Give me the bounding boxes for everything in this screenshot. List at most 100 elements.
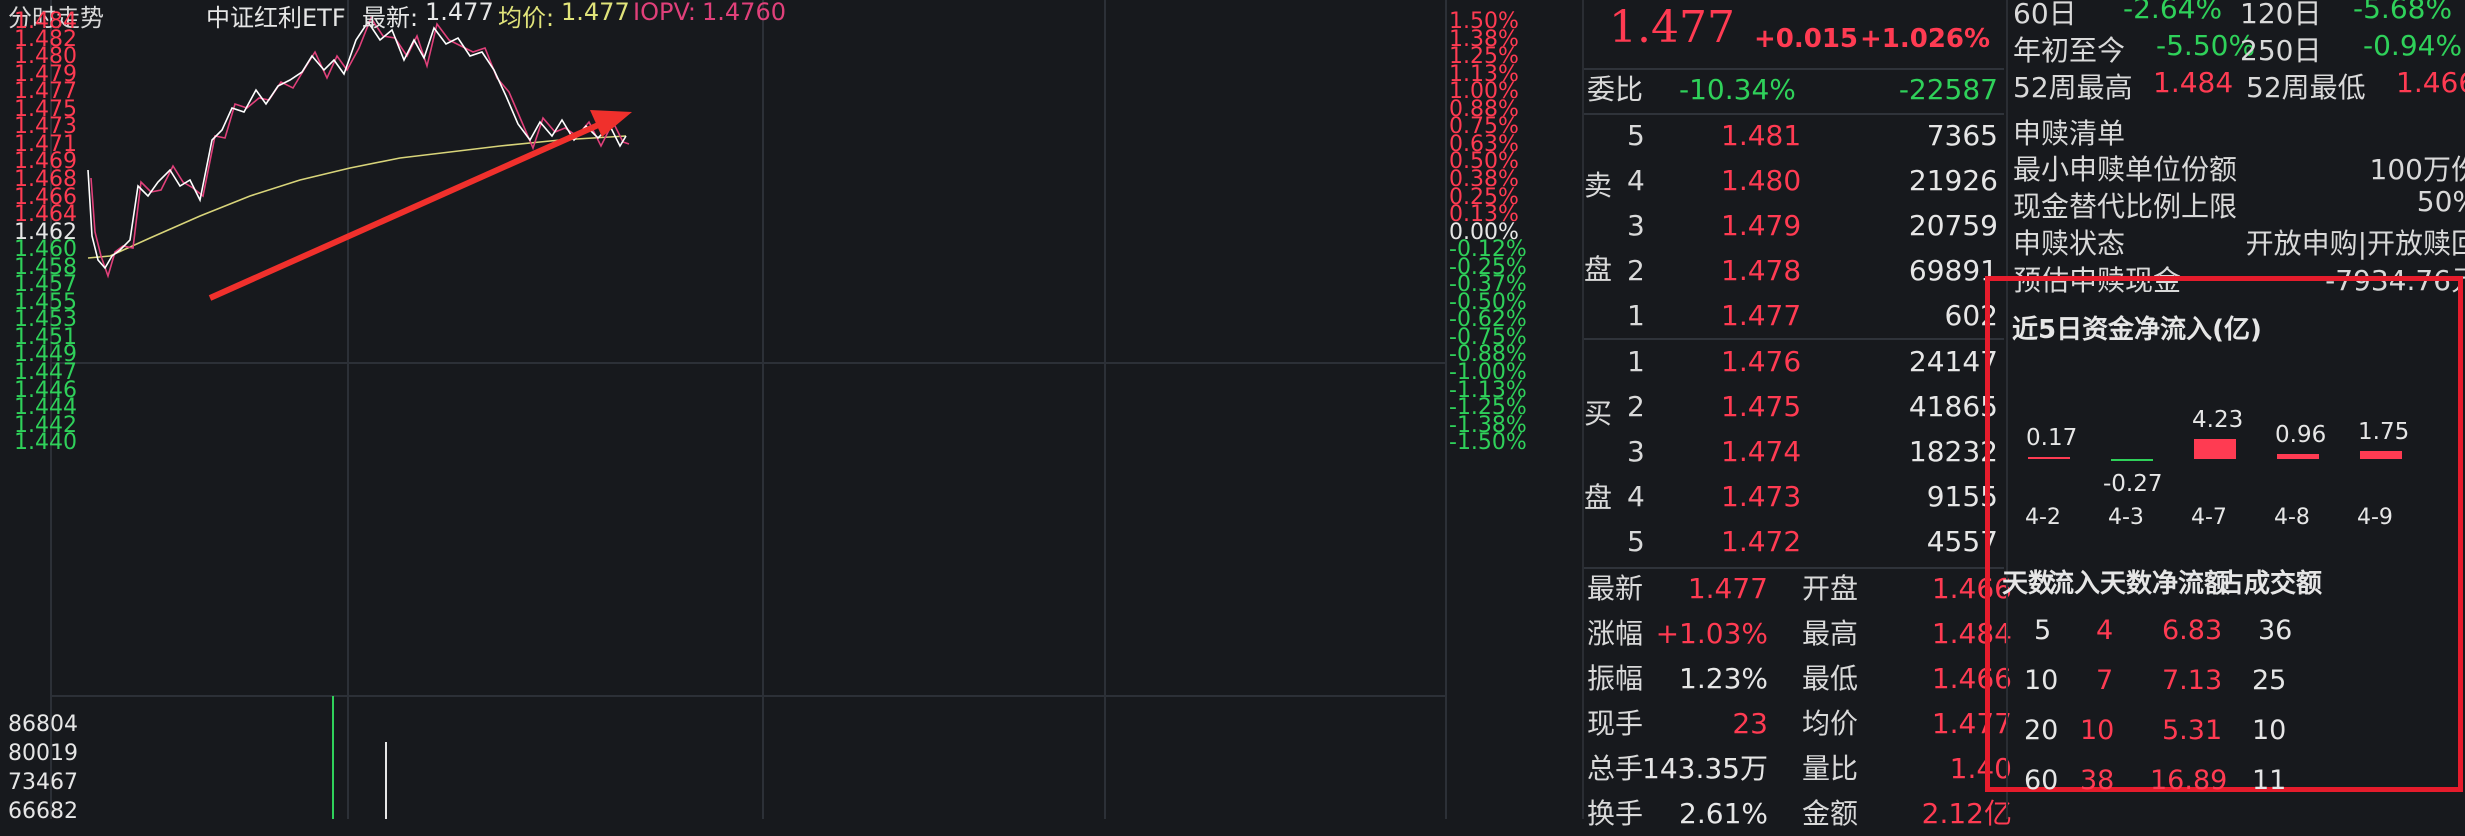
flow-net: 16.89 <box>2150 765 2228 796</box>
trend-arrow-head <box>590 110 632 137</box>
sell-level: 4 <box>1627 164 1645 197</box>
sell-price: 1.478 <box>1721 254 1802 287</box>
perf-label: 60日 <box>2013 0 2077 30</box>
stat-label: 均价 <box>1802 707 1859 740</box>
avg-label: 均价: <box>498 4 555 32</box>
stat-label: 振幅 <box>1587 662 1644 695</box>
buy-level: 2 <box>1627 390 1645 423</box>
redemption-label: 申赎状态 <box>2013 227 2126 260</box>
volume-tick: 80019 <box>8 741 78 766</box>
stat-value: +1.03% <box>1655 617 1768 650</box>
weibi-pct: -10.34% <box>1679 73 1796 106</box>
redemption-value: 100万份 <box>2369 153 2465 186</box>
redemption-title: 申赎清单 <box>2013 117 2126 150</box>
flow-bar-label: 0.96 <box>2275 422 2327 449</box>
buy-level: 3 <box>1627 435 1645 468</box>
latest-value: 1.477 <box>425 0 494 26</box>
flow-inflow-days: 4 <box>2096 615 2114 646</box>
intraday-chart[interactable] <box>0 0 1580 819</box>
flow-bar-label: -0.27 <box>2103 471 2163 497</box>
sell-price: 1.481 <box>1721 119 1802 152</box>
latest-label: 最新: <box>362 4 419 32</box>
perf-value: -2.64% <box>2123 0 2223 25</box>
perf-label: 250日 <box>2240 34 2322 67</box>
intraday-chart-panel[interactable]: 分时走势 中证红利ETF 最新: 1.477 均价: 1.477 IOPV: 1… <box>0 0 1580 824</box>
stat-label: 开盘 <box>1802 572 1859 605</box>
flow-bar <box>2277 454 2319 459</box>
perf-value: 1.484 <box>2153 66 2234 99</box>
flow-date: 4-2 <box>2025 505 2061 530</box>
y-tick-left: 1.440 <box>14 430 77 456</box>
sell-row: 4 1.480 21926 <box>1584 158 2004 203</box>
flow-bar <box>2111 459 2153 461</box>
stat-label: 最高 <box>1802 617 1859 650</box>
sell-volume: 20759 <box>1908 209 1998 242</box>
flow-bar-label: 4.23 <box>2192 406 2244 433</box>
sell-price: 1.479 <box>1721 209 1802 242</box>
stat-label: 金额 <box>1802 797 1859 830</box>
price-change: +0.015 <box>1754 24 1859 54</box>
flow-date: 4-3 <box>2108 505 2144 530</box>
perf-label: 52周最低 <box>2246 71 2366 104</box>
flow-net: 5.31 <box>2162 715 2223 746</box>
perf-label: 年初至今 <box>2013 34 2126 67</box>
stat-value: 2.12亿 <box>1921 797 2012 830</box>
sell-level: 5 <box>1627 119 1645 152</box>
stat-row: 涨幅 +1.03% 最高 1.484 <box>1584 611 2012 656</box>
sell-row: 5 1.481 7365 <box>1584 113 2004 158</box>
flow-table-header: 天数 <box>2002 569 2055 599</box>
sell-volume: 21926 <box>1908 164 1998 197</box>
sell-row: 1 1.477 602 <box>1584 293 2004 338</box>
flow-date: 4-7 <box>2191 505 2227 530</box>
flow-days: 20 <box>2024 715 2059 746</box>
buy-row: 3 1.474 18232 <box>1584 429 2004 474</box>
flow-share: 36 <box>2258 615 2293 646</box>
stat-value: 143.35万 <box>1642 752 1768 785</box>
buy-row: 5 1.472 4557 <box>1584 519 2004 564</box>
redemption-value: 开放申购|开放赎回 <box>2245 227 2465 260</box>
redemption-label: 最小申赎单位份额 <box>2013 153 2238 186</box>
sell-price: 1.480 <box>1721 164 1802 197</box>
stat-row: 振幅 1.23% 最低 1.466 <box>1584 656 2012 701</box>
volume-tick: 66682 <box>8 799 78 824</box>
avg-price-line <box>87 135 627 259</box>
sell-row: 3 1.479 20759 <box>1584 203 2004 248</box>
sell-level: 3 <box>1627 209 1645 242</box>
price-change-pct: +1.026% <box>1860 24 1991 54</box>
stat-row: 最新 1.477 开盘 1.466 <box>1584 566 2012 611</box>
flow-bar <box>2360 450 2402 459</box>
stat-row: 总手 143.35万 量比 1.40 <box>1584 746 2012 791</box>
stat-value: 23 <box>1732 707 1768 740</box>
stat-value: 1.477 <box>1687 572 1768 605</box>
buy-price: 1.472 <box>1721 525 1802 558</box>
flow-days: 10 <box>2024 665 2059 696</box>
buy-price: 1.475 <box>1721 390 1802 423</box>
flow-share: 10 <box>2252 715 2287 746</box>
stat-label: 最低 <box>1802 662 1859 695</box>
perf-label: 52周最高 <box>2013 71 2133 104</box>
sell-price: 1.477 <box>1721 299 1802 332</box>
fund-flow-panel: 近5日资金净流入(亿) 0.17 4-2 -0.27 4-3 4.23 4-7 0.96 4-… <box>1985 276 2463 796</box>
stat-label: 总手 <box>1587 752 1644 785</box>
flow-bar <box>2194 438 2236 459</box>
stat-label: 涨幅 <box>1587 617 1644 650</box>
sell-row: 2 1.478 69891 <box>1584 248 2004 293</box>
iopv-value: 1.4760 <box>702 0 786 26</box>
buy-row: 1 1.476 24147 <box>1584 339 2004 384</box>
flow-date: 4-8 <box>2274 505 2310 530</box>
trend-arrow-line <box>208 119 607 301</box>
flow-bar <box>2028 457 2070 459</box>
stat-label: 现手 <box>1587 707 1644 740</box>
weibi-label: 委比 <box>1587 73 1644 106</box>
avg-value: 1.477 <box>561 0 630 26</box>
weibi-row: 委比 -10.34% -22587 <box>1584 67 2004 112</box>
sell-volume: 7365 <box>1926 119 1998 152</box>
stat-label: 换手 <box>1587 797 1644 830</box>
stat-label: 量比 <box>1802 752 1859 785</box>
flow-days: 60 <box>2024 765 2059 796</box>
sell-level: 2 <box>1627 254 1645 287</box>
weibi-diff: -22587 <box>1898 73 1998 106</box>
buy-price: 1.473 <box>1721 480 1802 513</box>
volume-tick: 73467 <box>8 770 78 795</box>
redemption-label: 现金替代比例上限 <box>2013 190 2238 223</box>
